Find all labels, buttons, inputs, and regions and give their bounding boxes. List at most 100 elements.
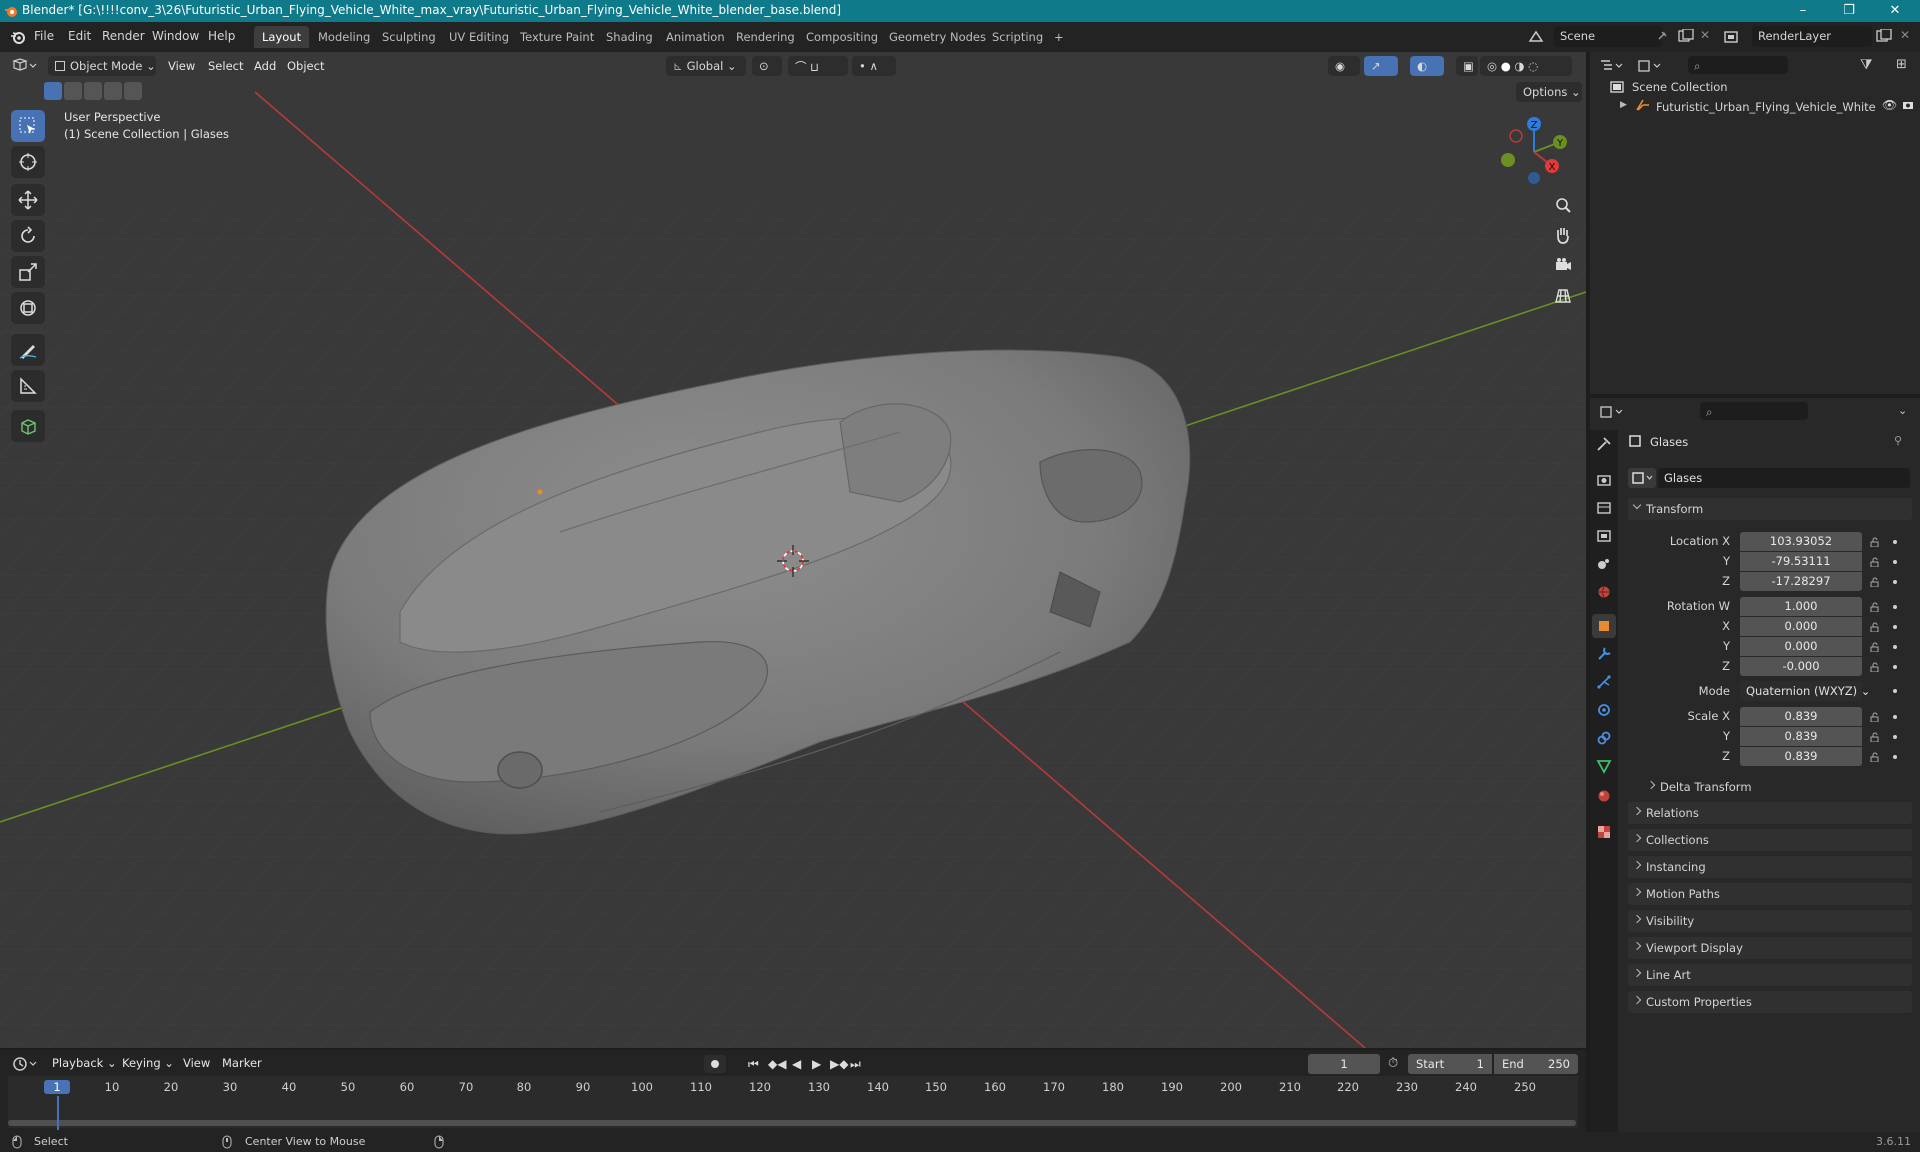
cursor-tool[interactable]: [11, 146, 45, 178]
lock-icon[interactable]: [1870, 622, 1880, 632]
outliner-editor-icon[interactable]: [1600, 59, 1624, 73]
constraints-tab-icon[interactable]: [1592, 726, 1616, 750]
location-x-field[interactable]: 103.93052: [1740, 532, 1862, 551]
pan-hand-icon[interactable]: [1550, 222, 1576, 248]
tab-sculpting[interactable]: Sculpting: [374, 26, 444, 48]
select-box-tool[interactable]: [11, 110, 45, 142]
menu-file[interactable]: File: [34, 29, 54, 43]
viewport-menu-add[interactable]: Add: [254, 59, 276, 73]
xray-toggle-icon[interactable]: ▣: [1456, 56, 1478, 76]
add-cube-tool[interactable]: [11, 410, 45, 442]
view-layer-tab-icon[interactable]: [1592, 524, 1616, 548]
pivot-point-icon[interactable]: ⊙: [752, 56, 782, 76]
menu-render[interactable]: Render: [102, 29, 145, 43]
new-collection-icon[interactable]: ⊞: [1896, 57, 1907, 72]
menu-help[interactable]: Help: [208, 29, 235, 43]
timeline-menu-keying[interactable]: Keying ⌄: [122, 1056, 174, 1070]
tab-texture-paint[interactable]: Texture Paint: [512, 26, 602, 48]
outliner-search-input[interactable]: ⌕: [1688, 56, 1788, 74]
properties-editor-icon[interactable]: [1600, 405, 1624, 419]
overlays-toggle-icon[interactable]: ◐: [1410, 56, 1444, 76]
rendered-shading-icon[interactable]: ◌: [1528, 59, 1538, 73]
viewport-display-section[interactable]: Viewport Display: [1628, 937, 1912, 959]
physics-tab-icon[interactable]: [1592, 698, 1616, 722]
relations-section[interactable]: Relations: [1628, 802, 1912, 824]
play-icon[interactable]: ▶: [812, 1057, 821, 1071]
keyframe-dot-icon[interactable]: [1893, 625, 1897, 629]
close-button[interactable]: ✕: [1872, 0, 1918, 22]
tool-tab-icon[interactable]: [1592, 432, 1616, 456]
select-new-icon[interactable]: [44, 82, 62, 100]
object-mode-dropdown[interactable]: Object Mode ⌄: [48, 56, 156, 76]
shading-mode-buttons[interactable]: ◎ ● ◑ ◌: [1480, 56, 1572, 76]
3d-viewport[interactable]: [0, 52, 1586, 1048]
transform-tool[interactable]: [11, 292, 45, 324]
data-tab-icon[interactable]: [1592, 754, 1616, 778]
select-extend-icon[interactable]: [64, 82, 82, 100]
zoom-icon[interactable]: [1550, 193, 1576, 219]
lock-icon[interactable]: [1870, 537, 1880, 547]
delete-scene-icon[interactable]: ✕: [1700, 28, 1710, 42]
select-invert-icon[interactable]: [104, 82, 122, 100]
viewport-menu-select[interactable]: Select: [208, 59, 243, 73]
scene-name-field[interactable]: Scene: [1554, 26, 1662, 47]
select-intersect-icon[interactable]: [124, 82, 142, 100]
rotation-mode-dropdown[interactable]: Quaternion (WXYZ) ⌄: [1740, 681, 1870, 701]
render-layer-icon[interactable]: [1724, 29, 1742, 45]
play-reverse-icon[interactable]: ◀: [792, 1057, 801, 1071]
lock-icon[interactable]: [1870, 752, 1880, 762]
tab-uv-editing[interactable]: UV Editing: [441, 26, 517, 48]
current-frame-indicator[interactable]: 1: [44, 1080, 70, 1094]
texture-tab-icon[interactable]: [1592, 820, 1616, 844]
keyframe-dot-icon[interactable]: [1893, 645, 1897, 649]
rotate-tool[interactable]: [11, 220, 45, 252]
lock-icon[interactable]: [1870, 732, 1880, 742]
location-y-field[interactable]: -79.53111: [1740, 552, 1862, 571]
particles-tab-icon[interactable]: [1592, 670, 1616, 694]
lock-icon[interactable]: [1870, 662, 1880, 672]
jump-end-icon[interactable]: ⏭: [850, 1057, 861, 1072]
auto-keying-record-icon[interactable]: [704, 1055, 726, 1073]
new-scene-icon[interactable]: [1678, 29, 1694, 43]
object-datablock-icon[interactable]: [1628, 468, 1656, 488]
display-mode-icon[interactable]: [1638, 59, 1662, 73]
options-dropdown[interactable]: Options ⌄: [1516, 82, 1582, 102]
timeline-menu-marker[interactable]: Marker: [222, 1056, 262, 1070]
annotate-tool[interactable]: [11, 334, 45, 366]
filter-icon[interactable]: ⧩: [1860, 57, 1873, 73]
snapping-icon[interactable]: ⌒ ⊔: [788, 56, 848, 76]
render-camera-icon[interactable]: [1902, 99, 1914, 111]
lock-icon[interactable]: [1870, 577, 1880, 587]
preview-range-clock-icon[interactable]: ⏱: [1388, 1056, 1398, 1071]
keyframe-dot-icon[interactable]: [1893, 605, 1897, 609]
scene-tab-icon[interactable]: [1592, 552, 1616, 576]
tab-rendering[interactable]: Rendering: [728, 26, 803, 48]
line-art-section[interactable]: Line Art: [1628, 964, 1912, 986]
jump-start-icon[interactable]: ⏮: [748, 1057, 759, 1072]
keyframe-dot-icon[interactable]: [1893, 755, 1897, 759]
transform-orientation-dropdown[interactable]: ⊾ Global ⌄: [666, 56, 746, 76]
visibility-section[interactable]: Visibility: [1628, 910, 1912, 932]
material-shading-icon[interactable]: ◑: [1514, 59, 1524, 73]
custom-properties-section[interactable]: Custom Properties: [1628, 991, 1912, 1013]
scale-x-field[interactable]: 0.839: [1740, 707, 1862, 726]
object-name-input[interactable]: Glases: [1658, 468, 1910, 488]
jump-keyframe-forward-icon[interactable]: ▶◆: [830, 1057, 848, 1071]
keyframe-dot-icon[interactable]: [1893, 689, 1897, 693]
keyframe-dot-icon[interactable]: [1893, 560, 1897, 564]
tab-geometry-nodes[interactable]: Geometry Nodes: [881, 26, 994, 48]
scale-z-field[interactable]: 0.839: [1740, 747, 1862, 766]
keyframe-dot-icon[interactable]: [1893, 735, 1897, 739]
transform-section-header[interactable]: Transform: [1628, 498, 1912, 520]
viewport-menu-view[interactable]: View: [168, 59, 195, 73]
minimize-button[interactable]: –: [1780, 0, 1826, 22]
blender-menu-icon[interactable]: [10, 29, 26, 45]
menu-window[interactable]: Window: [152, 29, 199, 43]
rotation-w-field[interactable]: 1.000: [1740, 597, 1862, 616]
location-z-field[interactable]: -17.28297: [1740, 572, 1862, 591]
panel-options-icon[interactable]: ⌄: [1898, 404, 1907, 417]
editor-type-icon[interactable]: [12, 58, 38, 74]
rotation-z-field[interactable]: -0.000: [1740, 657, 1862, 676]
rotation-y-field[interactable]: 0.000: [1740, 637, 1862, 656]
tab-animation[interactable]: Animation: [658, 26, 733, 48]
